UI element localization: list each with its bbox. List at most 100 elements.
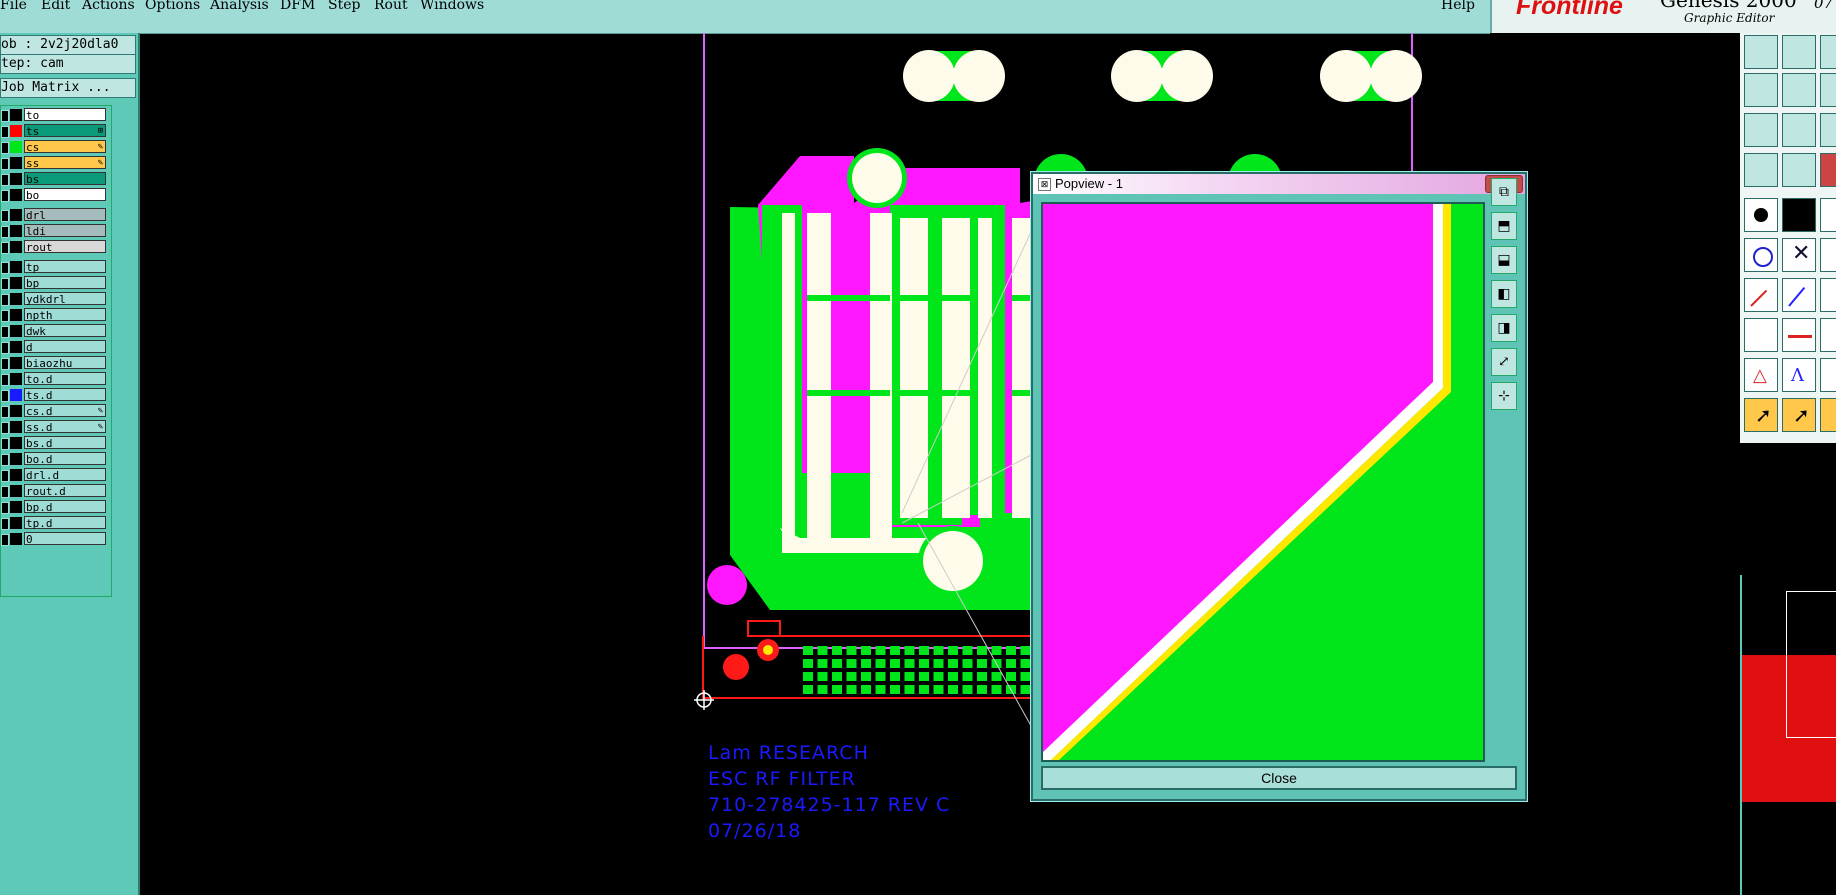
popview-viewport[interactable] <box>1041 202 1485 762</box>
layer-checkbox[interactable] <box>1 278 9 290</box>
layer-row-ldi[interactable]: ldi <box>1 224 109 238</box>
layer-checkbox[interactable] <box>1 438 9 450</box>
pan-down-icon[interactable]: ⬓ <box>1491 246 1517 274</box>
menu-help[interactable]: Help <box>1441 0 1475 13</box>
layer-row-0[interactable]: 0 <box>1 532 109 546</box>
layer-checkbox[interactable] <box>1 242 9 254</box>
layer-row-bo-d[interactable]: bo.d <box>1 452 109 466</box>
layer-name[interactable]: drl <box>24 208 106 222</box>
menu-rout[interactable]: Rout <box>374 0 408 13</box>
move-up-icon[interactable] <box>1744 35 1778 69</box>
overview-map[interactable] <box>1740 575 1836 895</box>
layer-color-swatch[interactable] <box>10 141 22 153</box>
menu-analysis[interactable]: Analysis <box>210 0 269 13</box>
layer-name[interactable]: cs ✎ <box>24 140 106 154</box>
layer-name[interactable]: ydkdrl <box>24 292 106 306</box>
layer-color-swatch[interactable] <box>10 189 22 201</box>
layer-name[interactable]: bo <box>24 188 106 202</box>
layer-checkbox[interactable] <box>1 374 9 386</box>
layer-color-swatch[interactable] <box>10 357 22 369</box>
layer-row-npth[interactable]: npth <box>1 308 109 322</box>
tool-icon[interactable] <box>1820 278 1836 312</box>
layer-checkbox[interactable] <box>1 262 9 274</box>
layer-name[interactable]: dwk <box>24 324 106 338</box>
layer-checkbox[interactable] <box>1 470 9 482</box>
layer-checkbox[interactable] <box>1 158 9 170</box>
zoom-out-icon[interactable]: ⤢ <box>1491 348 1517 376</box>
menu-actions[interactable]: Actions <box>82 0 135 13</box>
tool-icon[interactable] <box>1820 73 1836 107</box>
layer-name[interactable]: bp <box>24 276 106 290</box>
layer-color-swatch[interactable] <box>10 125 22 137</box>
layer-name[interactable]: tp <box>24 260 106 274</box>
popview-window[interactable]: ⊠ Popview - 1 × ⧉ ⬒ ⬓ ◧ ◨ ⤢ ⊹ Close <box>1031 172 1527 801</box>
layer-row-ts-d[interactable]: ts.d <box>1 388 109 402</box>
move-right-icon[interactable] <box>1782 73 1816 107</box>
layer-color-swatch[interactable] <box>10 341 22 353</box>
close-button[interactable]: Close <box>1041 766 1517 790</box>
horizontal-line-icon[interactable] <box>1782 318 1816 352</box>
zoom-in-icon[interactable]: ⊹ <box>1491 382 1517 410</box>
layer-name[interactable]: cs.d ✎ <box>24 404 106 418</box>
line-icon[interactable] <box>1782 278 1816 312</box>
layer-row-d[interactable]: d <box>1 340 109 354</box>
pan-left-icon[interactable]: ◧ <box>1491 280 1517 308</box>
tool-icon[interactable] <box>1820 318 1836 352</box>
layer-checkbox[interactable] <box>1 534 9 546</box>
layer-name[interactable]: bo.d <box>24 452 106 466</box>
layer-checkbox[interactable] <box>1 210 9 222</box>
layer-row-to[interactable]: to <box>1 108 109 122</box>
layer-color-swatch[interactable] <box>10 109 22 121</box>
layer-checkbox[interactable] <box>1 518 9 530</box>
pan-up-icon[interactable]: ⬒ <box>1491 212 1517 240</box>
menu-options[interactable]: Options <box>145 0 200 13</box>
triangle-icon[interactable]: △ <box>1744 358 1778 392</box>
zoom-window-icon[interactable] <box>1744 113 1778 147</box>
layer-checkbox[interactable] <box>1 502 9 514</box>
tool-icon[interactable] <box>1820 358 1836 392</box>
tool-icon[interactable] <box>1820 153 1836 187</box>
zoom-home-icon[interactable] <box>1782 113 1816 147</box>
layer-color-swatch[interactable] <box>10 173 22 185</box>
layer-checkbox[interactable] <box>1 326 9 338</box>
menu-edit[interactable]: Edit <box>41 0 70 13</box>
layer-name[interactable]: to.d <box>24 372 106 386</box>
menu-dfm[interactable]: DFM <box>280 0 315 13</box>
layer-checkbox[interactable] <box>1 190 9 202</box>
menu-step[interactable]: Step <box>328 0 360 13</box>
layer-color-swatch[interactable] <box>10 277 22 289</box>
layer-row-ts[interactable]: ts ⊞ <box>1 124 109 138</box>
tool-icon[interactable] <box>1820 398 1836 432</box>
layer-name[interactable]: bs.d <box>24 436 106 450</box>
pad-icon[interactable] <box>1744 198 1778 232</box>
select-arrow-icon[interactable]: ➚ <box>1744 398 1778 432</box>
move-left-icon[interactable] <box>1744 73 1778 107</box>
layer-color-swatch[interactable] <box>10 533 22 545</box>
layer-row-drl[interactable]: drl <box>1 208 109 222</box>
layer-color-swatch[interactable] <box>10 261 22 273</box>
delete-icon[interactable]: ✕ <box>1782 238 1816 272</box>
zoom-fit-icon[interactable]: ⧉ <box>1491 178 1517 206</box>
layer-checkbox[interactable] <box>1 454 9 466</box>
layer-name[interactable]: d <box>24 340 106 354</box>
layer-row-cs[interactable]: cs ✎ <box>1 140 109 154</box>
layer-checkbox[interactable] <box>1 342 9 354</box>
layer-color-swatch[interactable] <box>10 517 22 529</box>
layer-row-rout-d[interactable]: rout.d <box>1 484 109 498</box>
layer-name[interactable]: ts.d <box>24 388 106 402</box>
menu-windows[interactable]: Windows <box>420 0 484 13</box>
layer-name[interactable]: ss ✎ <box>24 156 106 170</box>
layer-row-tp[interactable]: tp <box>1 260 109 274</box>
layer-name[interactable]: tp.d <box>24 516 106 530</box>
grid-icon[interactable] <box>1782 153 1816 187</box>
layer-row-ydkdrl[interactable]: ydkdrl <box>1 292 109 306</box>
layer-checkbox[interactable] <box>1 486 9 498</box>
layer-checkbox[interactable] <box>1 174 9 186</box>
surface-icon[interactable] <box>1782 198 1816 232</box>
snap-icon[interactable] <box>1744 318 1778 352</box>
layer-name[interactable]: rout.d <box>24 484 106 498</box>
layer-row-bp[interactable]: bp <box>1 276 109 290</box>
layer-name[interactable]: drl.d <box>24 468 106 482</box>
layer-row-cs-d[interactable]: cs.d ✎ <box>1 404 109 418</box>
arc-icon[interactable]: Λ <box>1782 358 1816 392</box>
